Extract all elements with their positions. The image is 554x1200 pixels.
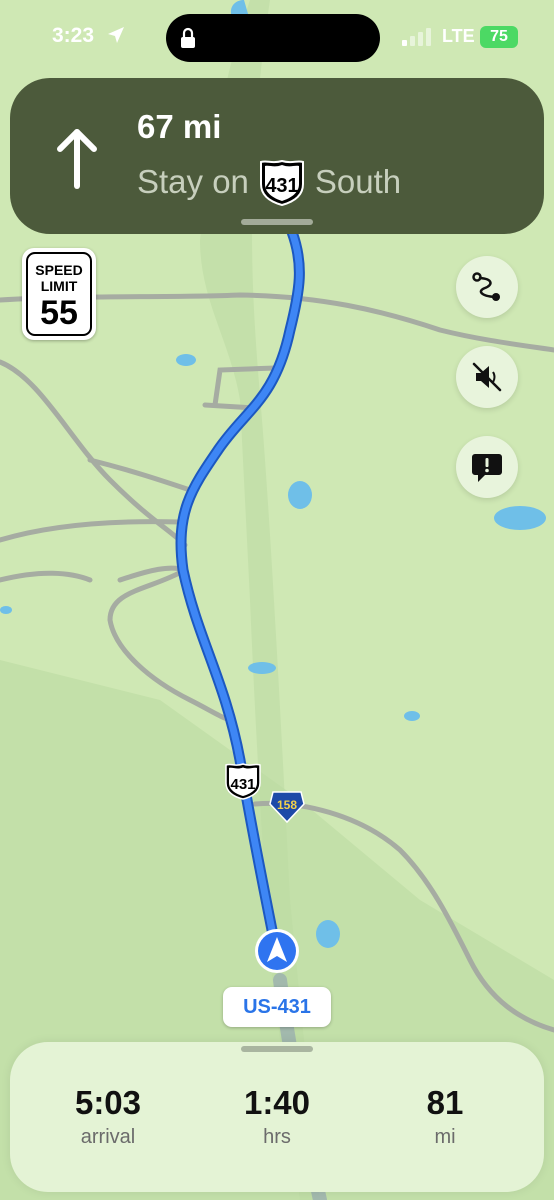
water-pond bbox=[0, 606, 12, 614]
status-time: 3:23 bbox=[52, 24, 95, 47]
trip-duration: 1:40 bbox=[243, 1084, 311, 1121]
duration-label: hrs bbox=[263, 1126, 291, 1148]
instruction-direction: South bbox=[314, 163, 402, 200]
speed-limit-value: 55 bbox=[40, 294, 78, 332]
trip-distance: 81 bbox=[426, 1084, 464, 1121]
location-arrow-icon bbox=[108, 27, 124, 43]
status-bar: 3:23 LTE 75 bbox=[0, 0, 554, 62]
navigation-arrow-icon bbox=[255, 929, 299, 973]
network-type: LTE bbox=[442, 26, 475, 46]
speed-limit-sign: SPEED LIMIT 55 bbox=[22, 248, 96, 340]
duration-stat: 1:40 hrs bbox=[207, 1084, 347, 1149]
maneuver-instruction: Stay on 431 South bbox=[137, 158, 401, 206]
report-alert-icon bbox=[472, 454, 502, 482]
arrival-stat: 5:03 arrival bbox=[38, 1084, 178, 1149]
lock-icon bbox=[181, 27, 195, 48]
water-pond bbox=[288, 481, 312, 509]
route-icon bbox=[472, 272, 500, 301]
speed-limit-label-1: SPEED bbox=[35, 262, 83, 278]
battery-level: 75 bbox=[490, 28, 508, 45]
battery-indicator: 75 bbox=[480, 26, 518, 48]
us-route-shield-icon: 431 bbox=[225, 763, 261, 800]
speaker-muted-icon bbox=[472, 362, 502, 392]
route-overview-button[interactable] bbox=[456, 256, 518, 318]
audio-button[interactable] bbox=[456, 346, 518, 408]
tray-grabber[interactable] bbox=[241, 1046, 313, 1052]
arrow-up-icon bbox=[57, 129, 97, 189]
state-route-shield-icon: 158 bbox=[269, 791, 305, 824]
water-pond bbox=[248, 662, 276, 674]
us-route-shield-icon: 431 bbox=[259, 159, 304, 206]
map-state-shield-number: 158 bbox=[277, 798, 297, 812]
water-pond bbox=[316, 920, 340, 948]
instruction-shield-number: 431 bbox=[265, 175, 298, 197]
cellular-signal-icon bbox=[402, 28, 431, 46]
distance-label: mi bbox=[434, 1126, 456, 1148]
instruction-prefix: Stay on bbox=[137, 163, 249, 200]
water-pond bbox=[404, 711, 420, 721]
current-road-label: US-431 bbox=[223, 987, 331, 1027]
distance-stat: 81 mi bbox=[375, 1084, 515, 1149]
map-us-shield-number: 431 bbox=[230, 776, 255, 793]
maneuver-distance: 67 mi bbox=[137, 108, 222, 145]
arrival-label: arrival bbox=[80, 1126, 136, 1148]
report-button[interactable] bbox=[456, 436, 518, 498]
speed-limit-label-2: LIMIT bbox=[40, 278, 78, 294]
dynamic-island bbox=[166, 14, 380, 62]
arrival-time: 5:03 bbox=[74, 1084, 142, 1121]
water-lake bbox=[494, 506, 546, 530]
banner-grabber[interactable] bbox=[241, 219, 313, 225]
water-pond bbox=[176, 354, 196, 366]
